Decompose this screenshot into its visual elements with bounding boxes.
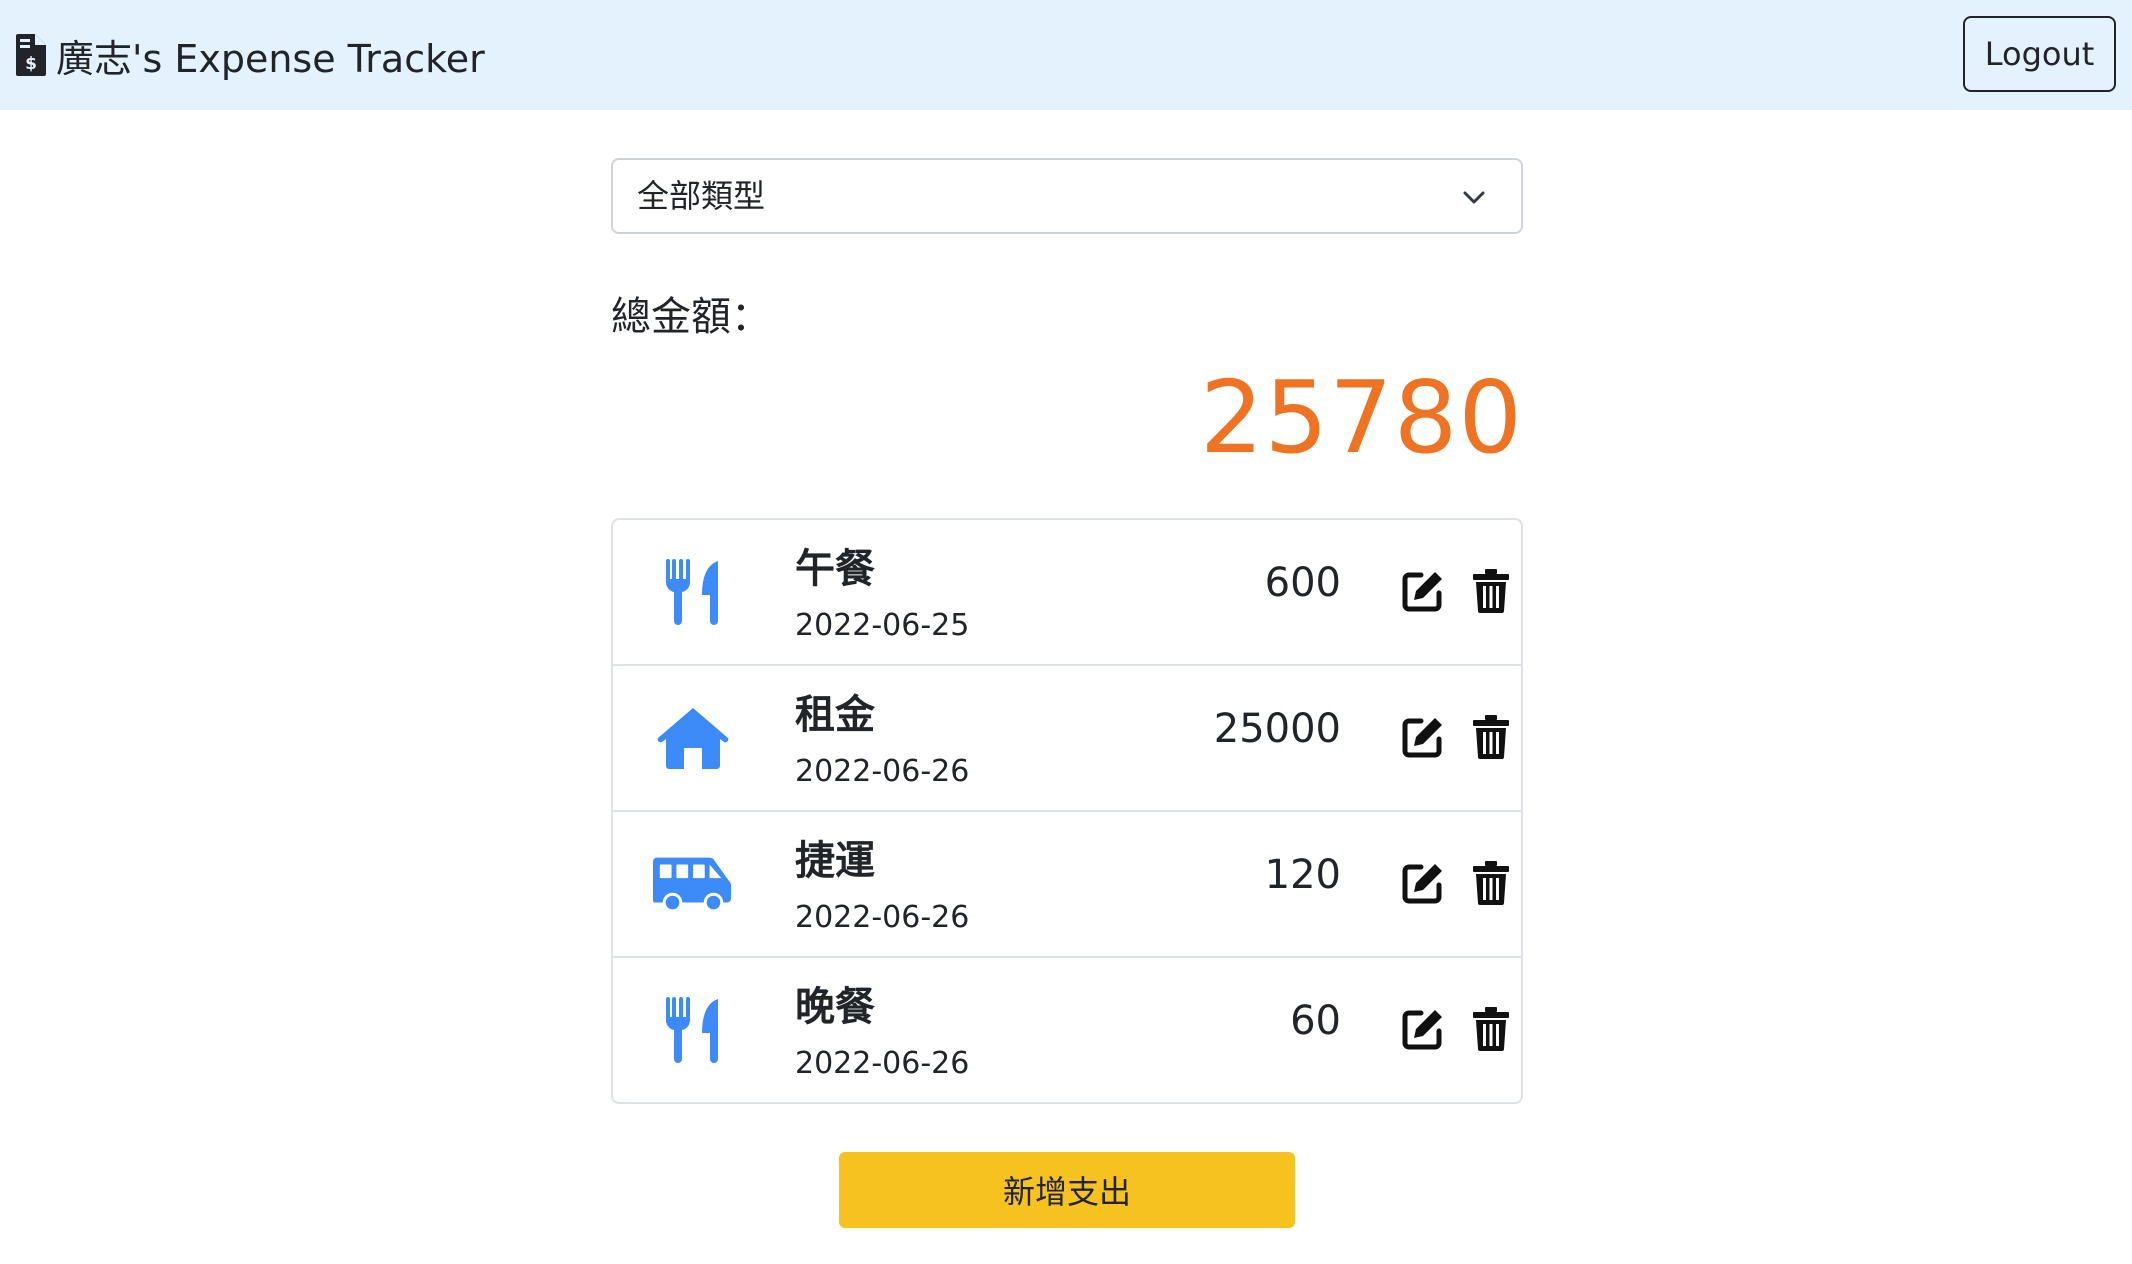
brand-title: 廣志's Expense Tracker: [56, 36, 485, 81]
brand-link[interactable]: $ 廣志's Expense Tracker: [16, 28, 485, 82]
chevron-down-icon: [1463, 191, 1485, 204]
expense-list: 午餐 2022-06-25 600 租金 2022-06-26 25000 捷運…: [611, 518, 1523, 1104]
trash-icon[interactable]: [1469, 568, 1513, 614]
expense-amount: 120: [1264, 852, 1341, 898]
expense-name: 捷運: [795, 838, 875, 884]
expense-row: 捷運 2022-06-26 120: [613, 812, 1521, 958]
expense-date: 2022-06-26: [795, 900, 970, 935]
total-amount: 25780: [1199, 359, 1523, 476]
expense-row: 租金 2022-06-26 25000: [613, 666, 1521, 812]
category-filter-value: 全部類型: [637, 177, 766, 215]
expense-amount: 60: [1290, 998, 1341, 1044]
add-expense-button[interactable]: 新增支出: [839, 1152, 1295, 1228]
edit-icon[interactable]: [1401, 568, 1445, 614]
edit-icon[interactable]: [1401, 1006, 1445, 1052]
expense-date: 2022-06-26: [795, 1046, 970, 1081]
logout-button[interactable]: Logout: [1963, 16, 2116, 92]
svg-text:$: $: [25, 54, 37, 74]
utensils-icon: [653, 554, 733, 630]
expense-date: 2022-06-26: [795, 754, 970, 789]
edit-icon[interactable]: [1401, 714, 1445, 760]
expense-name: 晚餐: [795, 984, 875, 1030]
expense-row: 午餐 2022-06-25 600: [613, 520, 1521, 666]
trash-icon[interactable]: [1469, 1006, 1513, 1052]
expense-name: 租金: [795, 692, 875, 738]
total-label: 總金額：: [611, 294, 771, 340]
home-icon: [653, 700, 733, 776]
file-invoice-dollar-icon: $: [16, 34, 46, 76]
expense-amount: 600: [1264, 560, 1341, 606]
expense-name: 午餐: [795, 546, 875, 592]
trash-icon[interactable]: [1469, 714, 1513, 760]
expense-date: 2022-06-25: [795, 608, 970, 643]
edit-icon[interactable]: [1401, 860, 1445, 906]
expense-amount: 25000: [1213, 706, 1341, 752]
category-filter-select[interactable]: 全部類型: [611, 158, 1523, 234]
shuttle-van-icon: [653, 846, 733, 922]
expense-row: 晚餐 2022-06-26 60: [613, 958, 1521, 1102]
utensils-icon: [653, 992, 733, 1068]
navbar: $ 廣志's Expense Tracker Logout: [0, 0, 2132, 110]
trash-icon[interactable]: [1469, 860, 1513, 906]
